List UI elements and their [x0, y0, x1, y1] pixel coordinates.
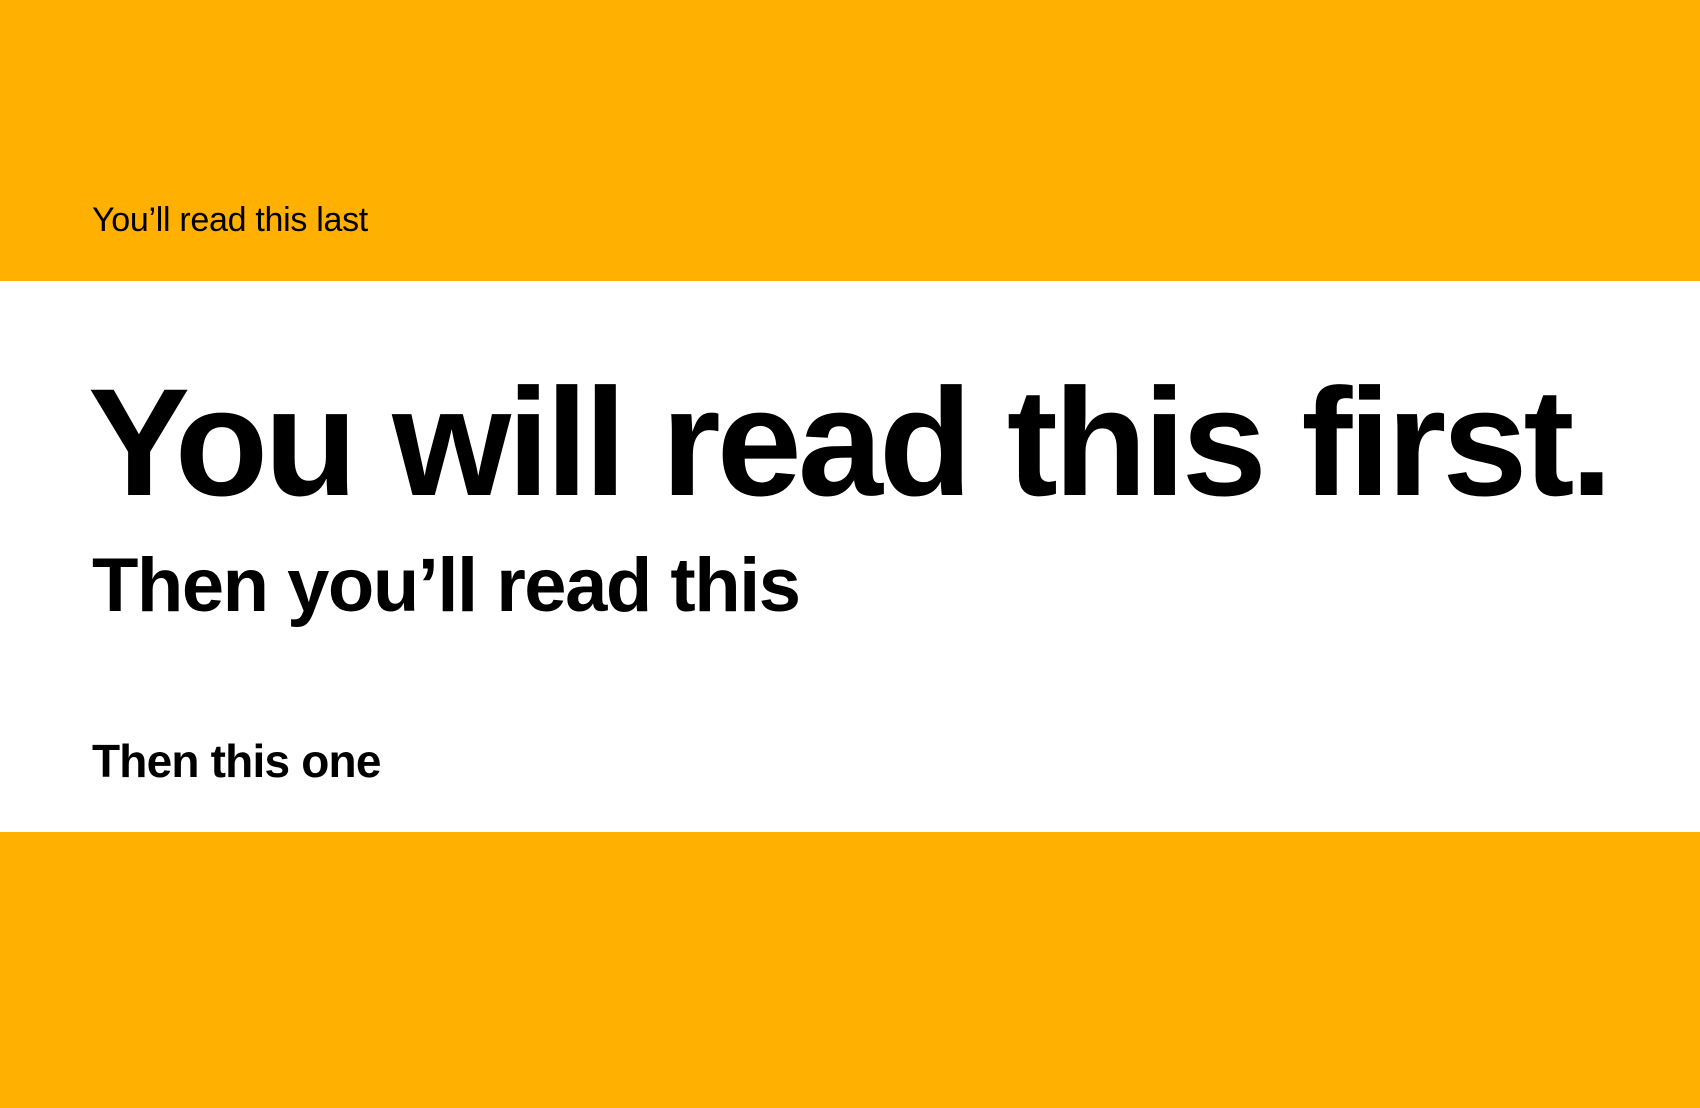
text-read-last: You’ll read this last [92, 201, 368, 239]
headline-read-first: You will read this first. [88, 357, 1613, 528]
text-read-third: Then this one [92, 735, 381, 787]
subheading-read-second: Then you’ll read this [92, 543, 801, 628]
bottom-accent-band [0, 832, 1700, 1108]
page: You’ll read this last You will read this… [0, 0, 1700, 1108]
